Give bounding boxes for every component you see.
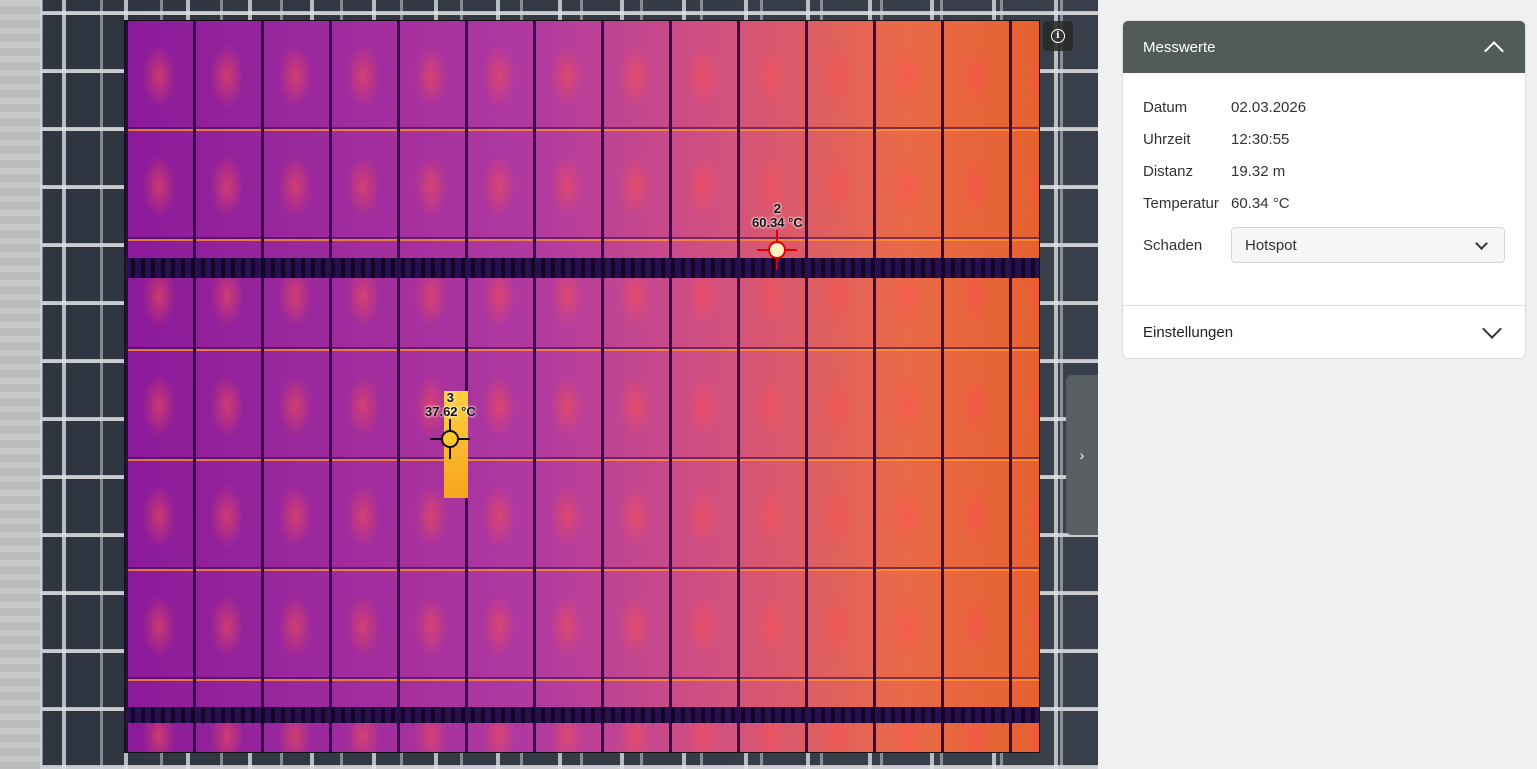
field-row-date: Datum 02.03.2026 [1143, 91, 1505, 123]
field-value: 12:30:55 [1231, 130, 1290, 148]
field-value: 19.32 m [1231, 162, 1286, 180]
marker-id: 2 [773, 201, 781, 216]
panel-title: Messwerte [1143, 38, 1216, 56]
settings-section-header[interactable]: Einstellungen [1123, 306, 1525, 358]
chevron-right-icon: › [1079, 447, 1085, 463]
measurement-marker-3[interactable]: 3 37.62 °C [425, 390, 476, 459]
field-row-damage: Schaden Hotspot [1143, 225, 1505, 265]
chevron-down-icon [1475, 237, 1488, 250]
chevron-down-icon [1482, 319, 1502, 339]
thermal-viewer: 2 60.34 °C 3 37.62 °C i › [0, 0, 1098, 769]
panel-toggle-button[interactable]: › [1066, 375, 1098, 535]
panel-gap [125, 258, 1039, 278]
marker-temperature: 37.62 °C [425, 404, 476, 419]
damage-select-value: Hotspot [1245, 236, 1297, 254]
panel-gap [125, 707, 1039, 723]
field-label: Schaden [1143, 236, 1203, 254]
measurement-fields: Datum 02.03.2026 Uhrzeit 12:30:55 Distan… [1123, 73, 1525, 306]
marker-id: 3 [446, 390, 454, 405]
field-label: Temperatur [1143, 194, 1219, 212]
info-button[interactable]: i [1043, 21, 1073, 51]
field-row-time: Uhrzeit 12:30:55 [1143, 123, 1505, 155]
measurement-marker-2[interactable]: 2 60.34 °C [752, 201, 803, 270]
measurement-panel: Messwerte Datum 02.03.2026 Uhrzeit 12:30… [1122, 20, 1526, 359]
thermal-image[interactable] [124, 20, 1040, 753]
measurement-panel-header[interactable]: Messwerte [1123, 21, 1525, 73]
field-value: 02.03.2026 [1231, 98, 1307, 116]
field-label: Datum [1143, 98, 1188, 116]
info-icon: i [1051, 29, 1065, 43]
settings-label: Einstellungen [1143, 323, 1234, 341]
chevron-up-icon [1484, 41, 1504, 61]
damage-select[interactable]: Hotspot [1231, 227, 1505, 263]
field-value: 60.34 °C [1231, 194, 1290, 212]
crosshair-icon [757, 230, 798, 270]
field-row-temperature: Temperatur 60.34 °C [1143, 187, 1505, 219]
crosshair-icon [430, 419, 471, 459]
marker-temperature: 60.34 °C [752, 215, 803, 230]
field-row-distance: Distanz 19.32 m [1143, 155, 1505, 187]
field-label: Distanz [1143, 162, 1194, 180]
field-label: Uhrzeit [1143, 130, 1191, 148]
